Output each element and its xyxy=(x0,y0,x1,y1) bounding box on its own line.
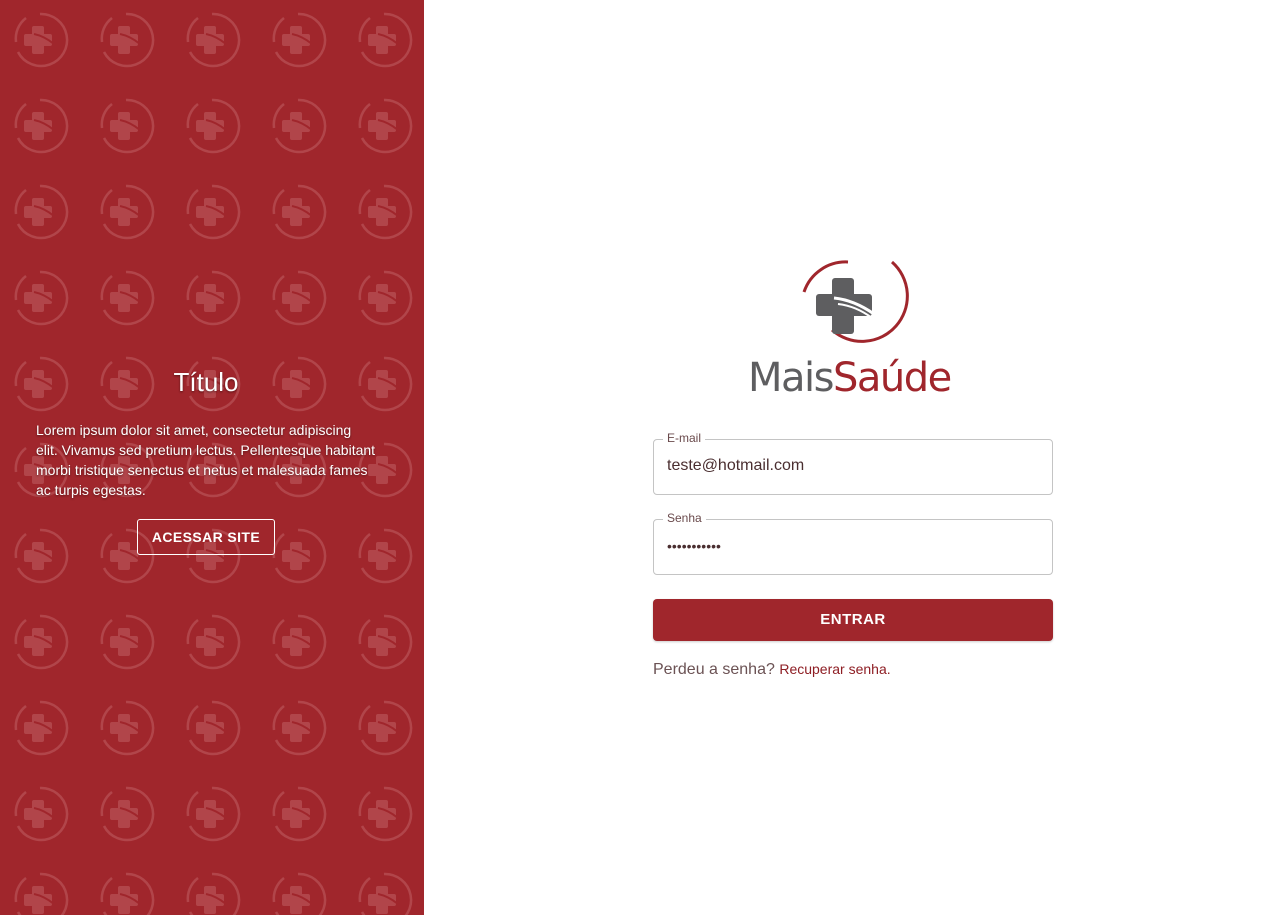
password-label: Senha xyxy=(663,511,706,525)
email-field[interactable]: E-mail teste@hotmail.com xyxy=(653,431,1053,495)
password-input[interactable]: ••••••••••• xyxy=(667,536,721,556)
promo-title: Título xyxy=(173,367,239,397)
brand-name-saude: Saúde xyxy=(832,355,952,401)
brand-name: MaisSaúde xyxy=(748,354,952,402)
brand-name-mais: Mais xyxy=(748,355,834,401)
medical-cross-logo-icon xyxy=(802,260,909,343)
access-site-button[interactable]: ACESSAR SITE xyxy=(136,519,276,555)
promo-content: Título Lorem ipsum dolor sit amet, conse… xyxy=(36,364,376,555)
email-input[interactable]: teste@hotmail.com xyxy=(667,456,804,476)
recover-password-link[interactable]: Recuperar senha. xyxy=(779,661,890,677)
promo-description: Lorem ipsum dolor sit amet, consectetur … xyxy=(36,422,376,498)
password-field[interactable]: Senha ••••••••••• xyxy=(653,511,1053,575)
recover-password-row: Perdeu a senha? Recuperar senha. xyxy=(653,658,891,681)
login-button[interactable]: ENTRAR xyxy=(653,599,1053,641)
recover-prompt: Perdeu a senha? xyxy=(653,661,775,678)
brand-logo: MaisSaúde xyxy=(744,256,964,404)
promo-panel: Título Lorem ipsum dolor sit amet, conse… xyxy=(0,0,424,915)
email-label: E-mail xyxy=(663,431,706,445)
login-page: Título Lorem ipsum dolor sit amet, conse… xyxy=(0,0,1279,915)
